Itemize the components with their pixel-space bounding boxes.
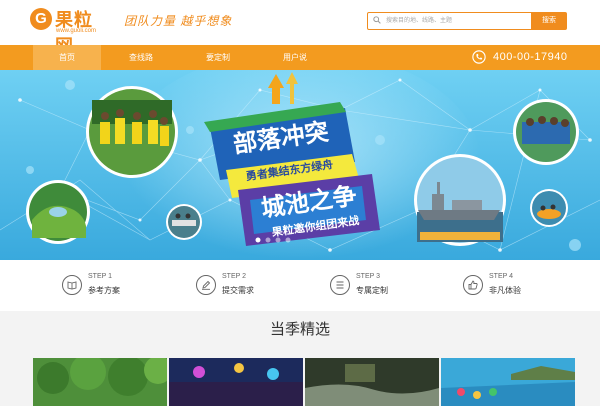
hero-banner[interactable]: 部落冲突 勇者集结东方绿舟 城池之争 果粒邀你组团来战 (0, 70, 600, 260)
search-icon (373, 16, 381, 24)
search-button[interactable]: 搜索 (531, 12, 567, 30)
step-name: 提交需求 (222, 286, 254, 295)
step-number: STEP 3 (356, 273, 380, 280)
nav-item-custom[interactable]: 要定制 (184, 45, 252, 70)
photo-raft-circle (530, 189, 568, 227)
book-icon (62, 275, 82, 295)
step-number: STEP 4 (489, 273, 513, 280)
card-image (33, 358, 167, 406)
logo-url: www.guoli.com (56, 28, 97, 34)
step-4[interactable]: STEP 4 非凡体验 (463, 269, 573, 303)
photo-island-circle (26, 180, 90, 244)
hero-banner-art: 部落冲突 勇者集结东方绿舟 城池之争 果粒邀你组团来战 (0, 70, 600, 260)
step-name: 专属定制 (356, 286, 388, 295)
section-title: 当季精选 (269, 321, 330, 338)
thumbs-up-icon (463, 275, 483, 295)
logo-icon: G (30, 8, 52, 30)
step-name: 非凡体验 (489, 286, 521, 295)
header: G 果粒网 www.guoli.com 团队力量 越乎想象 搜索 (0, 0, 600, 56)
step-name: 参考方案 (88, 286, 120, 295)
hotline-number: 400-00-17940 (493, 51, 568, 63)
logo[interactable]: G 果粒网 www.guoli.com (30, 6, 110, 56)
photo-group-circle (513, 99, 579, 165)
featured-card-forest[interactable] (33, 358, 167, 406)
step-3[interactable]: STEP 3 专属定制 (330, 269, 440, 303)
featured-card-night-party[interactable] (169, 358, 303, 406)
list-icon (330, 275, 350, 295)
main-nav: 首页 查线路 要定制 用户说 400-00-17940 (0, 45, 600, 70)
nav-item-routes[interactable]: 查线路 (107, 45, 175, 70)
photo-team-circle (86, 86, 178, 178)
search-box (367, 12, 532, 30)
nav-item-home[interactable]: 首页 (33, 45, 101, 70)
pencil-icon (196, 275, 216, 295)
nav-item-reviews[interactable]: 用户说 (261, 45, 329, 70)
featured-card-river[interactable] (305, 358, 439, 406)
photo-boat-circle (166, 204, 202, 240)
phone-icon (472, 50, 486, 64)
card-image (169, 358, 303, 406)
featured-card-beach[interactable] (441, 358, 575, 406)
slogan: 团队力量 越乎想象 (124, 14, 233, 28)
step-2[interactable]: STEP 2 提交需求 (196, 269, 306, 303)
step-1[interactable]: STEP 1 参考方案 (62, 269, 172, 303)
card-image (305, 358, 439, 406)
search-input[interactable] (386, 13, 526, 29)
steps-bar: STEP 1 参考方案 STEP 2 提交需求 STEP 3 专属定制 STEP… (0, 260, 600, 311)
step-number: STEP 1 (88, 273, 112, 280)
photo-ship-circle (414, 154, 506, 246)
step-number: STEP 2 (222, 273, 246, 280)
card-image (441, 358, 575, 406)
